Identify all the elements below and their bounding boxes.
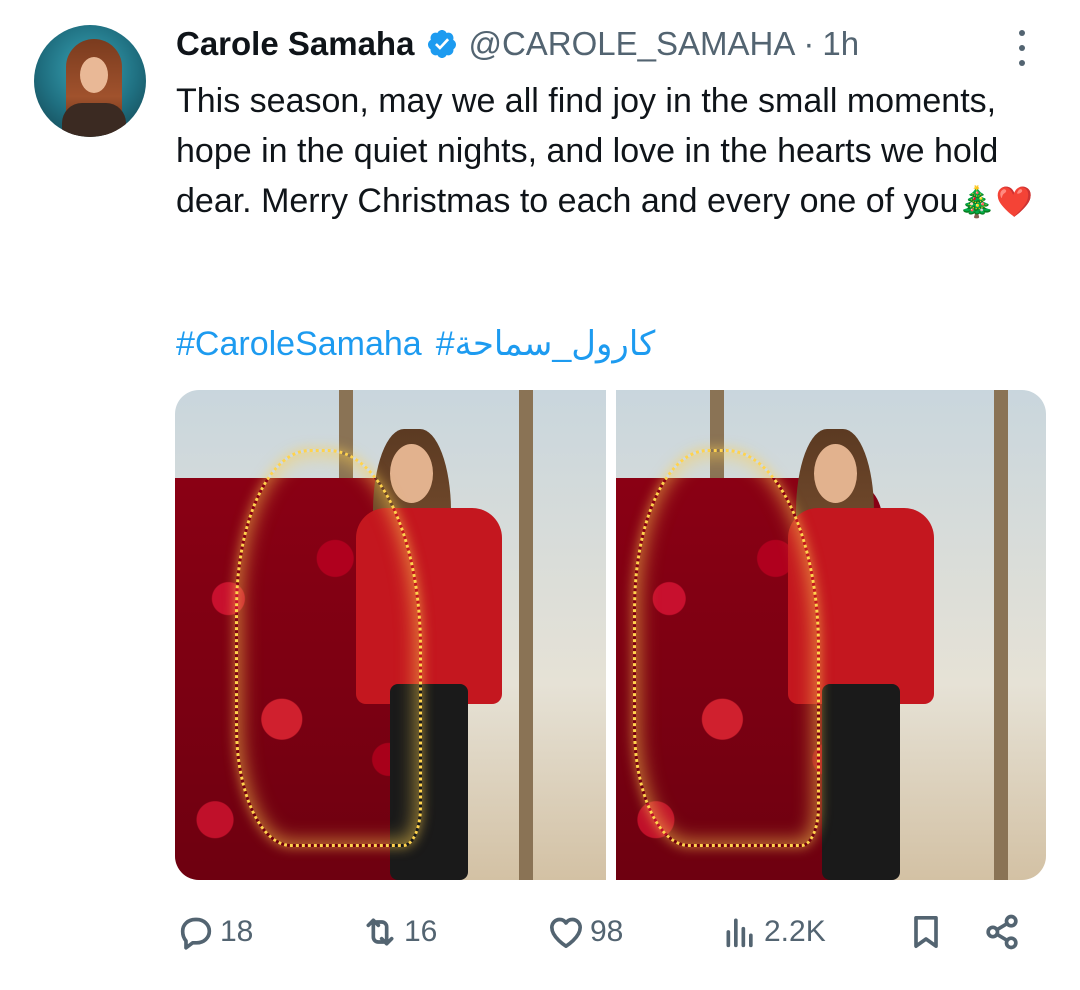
media-grid — [175, 390, 1046, 880]
photo-1[interactable] — [175, 390, 606, 880]
window-frame — [994, 390, 1009, 880]
more-dot — [1019, 45, 1025, 51]
black-pants — [822, 684, 900, 880]
christmas-tree-emoji: 🎄 — [958, 186, 996, 219]
views-count: 2.2K — [764, 915, 826, 948]
photo-2[interactable] — [615, 390, 1046, 880]
author-name[interactable]: Carole Samaha — [176, 25, 414, 63]
verified-badge-icon — [428, 30, 457, 58]
views-icon — [726, 918, 753, 948]
heart-emoji: ❤️ — [995, 186, 1034, 219]
more-options-icon[interactable] — [1012, 30, 1032, 66]
hashtags: #CaroleSamaha #كارول_سماحة — [176, 324, 669, 364]
tweet-text: This season, may we all find joy in the … — [176, 76, 1056, 228]
separator-dot: · — [803, 25, 815, 62]
avatar-body — [62, 103, 126, 137]
hashtag-link[interactable]: #كارول_سماحة — [436, 325, 656, 363]
reply-icon — [180, 917, 212, 950]
like-count: 98 — [590, 915, 624, 948]
person-face — [390, 443, 434, 503]
retweet-count: 16 — [404, 915, 438, 948]
retweet-icon — [366, 918, 394, 946]
more-dot — [1019, 30, 1025, 36]
bookmark-button[interactable] — [906, 906, 946, 958]
views-button[interactable]: 2.2K — [720, 906, 826, 958]
tweet-body: This season, may we all find joy in the … — [176, 82, 999, 220]
share-button[interactable] — [982, 906, 1022, 958]
share-icon — [986, 914, 1018, 950]
lighted-reindeer — [632, 448, 820, 847]
more-dot — [1019, 60, 1025, 66]
tweet-header: Carole Samaha @CAROLE_SAMAHA · 1h — [176, 22, 859, 66]
action-bar: 18 16 98 2.2K — [176, 906, 1026, 958]
avatar[interactable] — [34, 25, 146, 137]
person-face — [813, 443, 857, 503]
bookmark-icon — [914, 916, 938, 948]
lighted-reindeer — [235, 448, 423, 847]
author-handle[interactable]: @CAROLE_SAMAHA — [468, 25, 795, 63]
reply-count: 18 — [220, 915, 254, 948]
window-frame — [519, 390, 534, 880]
timestamp[interactable]: 1h — [822, 25, 859, 63]
like-icon — [550, 917, 582, 948]
avatar-face — [80, 57, 108, 93]
like-button[interactable]: 98 — [546, 906, 623, 958]
hashtag-link[interactable]: #CaroleSamaha — [176, 325, 422, 363]
reply-button[interactable]: 18 — [176, 906, 253, 958]
retweet-button[interactable]: 16 — [360, 906, 437, 958]
